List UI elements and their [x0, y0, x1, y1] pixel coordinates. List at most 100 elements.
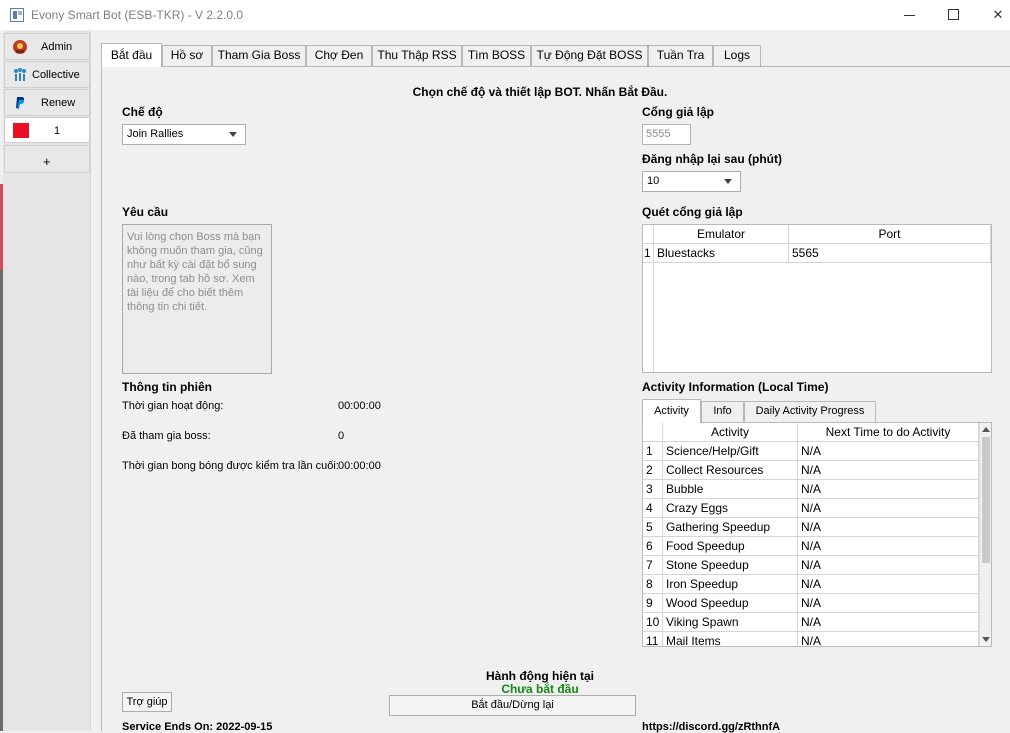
current-action-status: Chưa bắt đầu — [501, 682, 579, 696]
row-number: 9 — [643, 594, 663, 613]
activity-table[interactable]: Activity Next Time to do Activity 1 Scie… — [642, 422, 992, 647]
next-time-cell[interactable]: N/A — [798, 594, 979, 613]
mode-select[interactable]: Join Rallies — [122, 124, 246, 145]
emulator-scan-table[interactable]: Emulator Port 1 Bluestacks 5565 — [642, 224, 992, 373]
scroll-thumb[interactable] — [982, 437, 990, 563]
activity-cell[interactable]: Wood Speedup — [663, 594, 798, 613]
close-icon: ✕ — [992, 7, 1004, 22]
activity-cell[interactable]: Crazy Eggs — [663, 499, 798, 518]
requirement-textarea[interactable]: Vui lòng chọn Boss mà bạn không muốn tha… — [122, 224, 272, 374]
requirement-label: Yêu cầu — [122, 205, 169, 219]
next-time-cell[interactable]: N/A — [798, 632, 979, 646]
activity-info-label: Activity Information (Local Time) — [642, 380, 829, 394]
activity-cell[interactable]: Bubble — [663, 480, 798, 499]
sidebar-item-admin[interactable]: Admin — [4, 33, 90, 60]
tab-tu-dong-dat-boss[interactable]: Tự Động Đặt BOSS — [531, 45, 648, 66]
subtab-info[interactable]: Info — [701, 401, 744, 422]
next-time-cell[interactable]: N/A — [798, 480, 979, 499]
activity-cell[interactable]: Science/Help/Gift — [663, 442, 798, 461]
plus-icon: + — [43, 154, 51, 169]
sidebar-item-label: Renew — [41, 97, 76, 109]
column-header-port[interactable]: Port — [789, 225, 991, 244]
column-header-emulator[interactable]: Emulator — [654, 225, 789, 244]
relogin-label: Đăng nhập lại sau (phút) — [642, 152, 782, 166]
scan-emulator-label: Quét cổng giả lập — [642, 205, 743, 219]
next-time-cell[interactable]: N/A — [798, 575, 979, 594]
sidebar-item-label: Admin — [41, 41, 73, 53]
next-time-cell[interactable]: N/A — [798, 613, 979, 632]
relogin-select-value: 10 — [647, 175, 660, 187]
uptime-label: Thời gian hoạt động: — [122, 400, 224, 412]
activity-cell[interactable]: Collect Resources — [663, 461, 798, 480]
activity-cell[interactable]: Iron Speedup — [663, 575, 798, 594]
tab-thu-thap-rss[interactable]: Thu Thập RSS — [372, 45, 462, 66]
bubble-check-value: 00:00:00 — [338, 460, 381, 472]
subtab-activity[interactable]: Activity — [642, 399, 701, 423]
tab-ho-so[interactable]: Hồ sơ — [162, 45, 212, 66]
add-profile-button[interactable]: + — [4, 145, 90, 173]
sidebar-item-label: 1 — [54, 125, 61, 137]
table-cell-emulator[interactable]: Bluestacks — [654, 244, 789, 263]
scroll-down-icon[interactable] — [982, 637, 990, 642]
start-stop-button[interactable]: Bắt đầu/Dừng lại — [389, 695, 636, 716]
next-time-cell[interactable]: N/A — [798, 461, 979, 480]
profile-color-swatch — [13, 123, 29, 138]
window-title: Evony Smart Bot (ESB-TKR) - V 2.2.0.0 — [31, 8, 244, 22]
row-number: 5 — [643, 518, 663, 537]
row-number: 3 — [643, 480, 663, 499]
relogin-select[interactable]: 10 — [642, 171, 741, 192]
tab-tim-boss[interactable]: Tìm BOSS — [462, 45, 531, 66]
minimize-button[interactable] — [886, 0, 932, 30]
next-time-cell[interactable]: N/A — [798, 442, 979, 461]
row-number: 1 — [643, 442, 663, 461]
minimize-icon — [904, 15, 915, 16]
activity-cell[interactable]: Food Speedup — [663, 537, 798, 556]
next-time-cell[interactable]: N/A — [798, 499, 979, 518]
current-action-label: Hành động hiện tại — [486, 669, 594, 683]
table-cell-port[interactable]: 5565 — [789, 244, 991, 263]
next-time-cell[interactable]: N/A — [798, 537, 979, 556]
row-number-gutter — [643, 263, 654, 372]
discord-link[interactable]: https://discord.gg/zRthnfA — [642, 721, 780, 733]
page-headline: Chọn chế độ và thiết lập BOT. Nhấn Bắt Đ… — [412, 85, 668, 99]
tab-tuan-tra[interactable]: Tuần Tra — [648, 45, 713, 66]
paypal-icon — [16, 97, 25, 109]
tab-cho-den[interactable]: Chợ Đen — [306, 45, 372, 66]
admin-avatar-icon — [13, 40, 27, 54]
row-number: 7 — [643, 556, 663, 575]
table-corner — [643, 225, 654, 244]
activity-cell[interactable]: Mail Items — [663, 632, 798, 646]
close-button[interactable]: ✕ — [975, 0, 1010, 30]
tab-logs[interactable]: Logs — [713, 45, 761, 66]
chevron-down-icon — [724, 179, 732, 184]
tab-tham-gia-boss[interactable]: Tham Gia Boss — [212, 45, 306, 66]
sidebar-item-renew[interactable]: Renew — [4, 89, 90, 116]
column-header-next-time[interactable]: Next Time to do Activity — [798, 423, 979, 442]
subtab-daily-activity-progress[interactable]: Daily Activity Progress — [744, 401, 876, 422]
activity-cell[interactable]: Viking Spawn — [663, 613, 798, 632]
column-header-activity[interactable]: Activity — [663, 423, 798, 442]
people-icon — [14, 68, 26, 81]
row-number: 10 — [643, 613, 663, 632]
activity-table-scrollbar[interactable] — [979, 423, 991, 646]
scroll-up-icon[interactable] — [982, 427, 990, 432]
row-number: 8 — [643, 575, 663, 594]
row-number: 1 — [643, 244, 654, 263]
activity-cell[interactable]: Stone Speedup — [663, 556, 798, 575]
emulator-port-input[interactable]: 5555 — [642, 124, 691, 145]
help-button[interactable]: Trợ giúp — [122, 692, 172, 712]
tab-bat-dau[interactable]: Bắt đầu — [101, 43, 162, 67]
uptime-value: 00:00:00 — [338, 400, 381, 412]
sidebar-item-profile-1[interactable]: 1 — [4, 117, 90, 143]
mode-select-value: Join Rallies — [127, 128, 184, 140]
row-number: 2 — [643, 461, 663, 480]
chevron-down-icon — [229, 132, 237, 137]
sidebar-item-collective[interactable]: Collective — [4, 61, 90, 88]
next-time-cell[interactable]: N/A — [798, 556, 979, 575]
next-time-cell[interactable]: N/A — [798, 518, 979, 537]
maximize-button[interactable] — [930, 0, 976, 30]
row-number: 4 — [643, 499, 663, 518]
activity-cell[interactable]: Gathering Speedup — [663, 518, 798, 537]
service-ends-label: Service Ends On: 2022-09-15 — [122, 721, 273, 733]
row-number: 6 — [643, 537, 663, 556]
